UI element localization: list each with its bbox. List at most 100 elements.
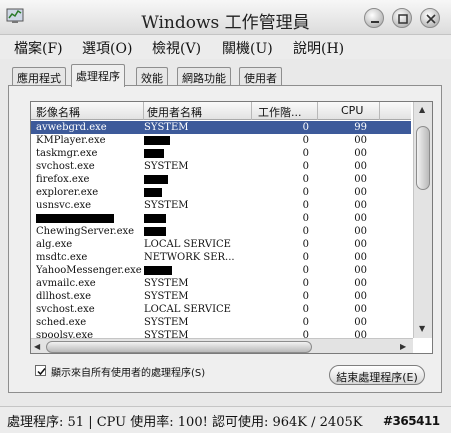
minimize-icon [371, 21, 379, 23]
table-row[interactable]: 0 00 [31, 212, 411, 225]
process-user-name [144, 264, 256, 277]
process-session-id: 0 [302, 291, 309, 302]
process-cpu: 00 [354, 317, 367, 328]
process-cpu: 99 [354, 122, 367, 133]
scroll-up-icon[interactable]: ▲ [419, 105, 425, 114]
process-session-id: 0 [302, 239, 309, 250]
tab-applications[interactable]: 應用程式 [12, 67, 66, 86]
show-all-users-checkbox[interactable] [35, 365, 46, 376]
menu-view[interactable]: 檢視(V) [152, 38, 201, 58]
status-process-count: 處理程序: 51 [7, 415, 85, 430]
process-image-name: ChewingServer.exe [36, 226, 135, 237]
process-image-name: KMPlayer.exe [36, 135, 106, 146]
process-cpu: 00 [354, 304, 367, 315]
processes-panel: 影像名稱 使用者名稱 工作階... CPU avwebgrd.exe SYSTEM… [8, 85, 442, 393]
table-row[interactable]: taskmgr.exe 0 00 [31, 147, 411, 160]
menu-bar: 檔案(F) 選項(O) 檢視(V) 關機(U) 說明(H) [0, 35, 451, 59]
status-commit-charge: 認可使用: 964K / 2405K [211, 415, 363, 430]
show-all-users-label: 顯示來自所有使用者的處理程序(S) [51, 368, 206, 379]
table-row[interactable]: alg.exe LOCAL SERVICE 0 00 [31, 238, 411, 251]
tab-networking[interactable]: 網路功能 [177, 67, 231, 86]
column-session[interactable]: 工作階... [252, 102, 318, 120]
process-cpu: 00 [354, 135, 367, 146]
close-button[interactable] [420, 8, 440, 28]
column-header-row: 影像名稱 使用者名稱 工作階... CPU [31, 102, 411, 120]
process-cpu: 00 [354, 148, 367, 159]
minimize-button[interactable] [364, 8, 384, 28]
redaction-bar [144, 266, 172, 275]
table-row[interactable]: sched.exe SYSTEM 0 00 [31, 316, 411, 329]
process-image-name: svchost.exe [36, 304, 95, 315]
table-row[interactable]: svchost.exe SYSTEM 0 00 [31, 160, 411, 173]
maximize-button[interactable] [392, 8, 412, 28]
menu-help[interactable]: 說明(H) [293, 38, 344, 58]
table-row[interactable]: ChewingServer.exe 0 00 [31, 225, 411, 238]
process-cpu: 00 [354, 161, 367, 172]
column-user-name[interactable]: 使用者名稱 [144, 102, 252, 120]
process-image-name: dllhost.exe [36, 291, 92, 302]
process-image-name: YahooMessenger.exe [36, 265, 142, 276]
process-user-name: SYSTEM [144, 200, 189, 211]
end-process-button[interactable]: 結束處理程序(E) [329, 365, 425, 385]
scroll-down-icon[interactable]: ▼ [419, 324, 425, 333]
process-cpu: 00 [354, 265, 367, 276]
menu-file[interactable]: 檔案(F) [14, 38, 63, 58]
process-image-name: svchost.exe [36, 161, 95, 172]
process-cpu: 00 [354, 278, 367, 289]
process-session-id: 0 [302, 148, 309, 159]
process-user-name: SYSTEM [144, 122, 189, 133]
vertical-scrollbar[interactable]: ▲ ▼ [413, 102, 432, 338]
process-user-name [144, 173, 256, 186]
tab-users[interactable]: 使用者 [239, 67, 282, 86]
table-row[interactable]: explorer.exe 0 00 [31, 186, 411, 199]
process-image-name [36, 212, 144, 225]
column-image-name[interactable]: 影像名稱 [31, 102, 144, 120]
table-row[interactable]: avwebgrd.exe SYSTEM 0 99 [31, 121, 411, 134]
process-image-name: taskmgr.exe [36, 148, 98, 159]
process-session-id: 0 [302, 187, 309, 198]
table-row[interactable]: msdtc.exe NETWORK SER... 0 00 [31, 251, 411, 264]
maximize-icon [398, 14, 408, 24]
table-row[interactable]: YahooMessenger.exe 0 00 [31, 264, 411, 277]
status-summary: 處理程序: 51 | CPU 使用率: 100! 認可使用: 964K / 24… [7, 415, 363, 430]
process-user-name: SYSTEM [144, 317, 189, 328]
redaction-bar [144, 136, 170, 145]
column-cpu[interactable]: CPU [318, 102, 380, 120]
process-user-name: NETWORK SER... [144, 252, 235, 263]
horizontal-scrollbar[interactable]: ◀ ▶ [31, 338, 413, 353]
tab-performance[interactable]: 效能 [136, 67, 168, 86]
table-row[interactable]: firefox.exe 0 00 [31, 173, 411, 186]
redaction-bar [144, 227, 166, 236]
table-row[interactable]: avmailc.exe SYSTEM 0 00 [31, 277, 411, 290]
process-cpu: 00 [354, 226, 367, 237]
process-user-name [144, 134, 256, 147]
table-row[interactable]: dllhost.exe SYSTEM 0 00 [31, 290, 411, 303]
table-row[interactable]: KMPlayer.exe 0 00 [31, 134, 411, 147]
redaction-bar [144, 214, 166, 223]
process-session-id: 0 [302, 213, 309, 224]
redaction-bar [36, 214, 114, 223]
process-session-id: 0 [302, 304, 309, 315]
scroll-left-icon[interactable]: ◀ [34, 342, 40, 351]
process-cpu: 00 [354, 252, 367, 263]
process-image-name: alg.exe [36, 239, 73, 250]
process-user-name: LOCAL SERVICE [144, 239, 231, 250]
menu-shutdown[interactable]: 關機(U) [222, 38, 273, 58]
menu-options[interactable]: 選項(O) [82, 38, 132, 58]
process-user-name: SYSTEM [144, 161, 189, 172]
process-session-id: 0 [302, 200, 309, 211]
close-icon [426, 14, 436, 24]
process-user-name [144, 186, 256, 199]
table-row[interactable]: usnsvc.exe SYSTEM 0 00 [31, 199, 411, 212]
process-image-name: usnsvc.exe [36, 200, 92, 211]
process-list[interactable]: 影像名稱 使用者名稱 工作階... CPU avwebgrd.exe SYSTEM… [30, 101, 433, 354]
horizontal-scroll-thumb[interactable] [46, 341, 312, 353]
process-user-name: SYSTEM [144, 278, 189, 289]
process-user-name [144, 212, 256, 225]
table-row[interactable]: svchost.exe LOCAL SERVICE 0 00 [31, 303, 411, 316]
vertical-scroll-thumb[interactable] [416, 126, 430, 190]
tab-processes[interactable]: 處理程序 [71, 64, 125, 87]
status-cpu-usage: CPU 使用率: 100! [96, 415, 208, 430]
title-bar[interactable]: Windows 工作管理員 [0, 0, 451, 35]
scroll-right-icon[interactable]: ▶ [400, 342, 406, 351]
